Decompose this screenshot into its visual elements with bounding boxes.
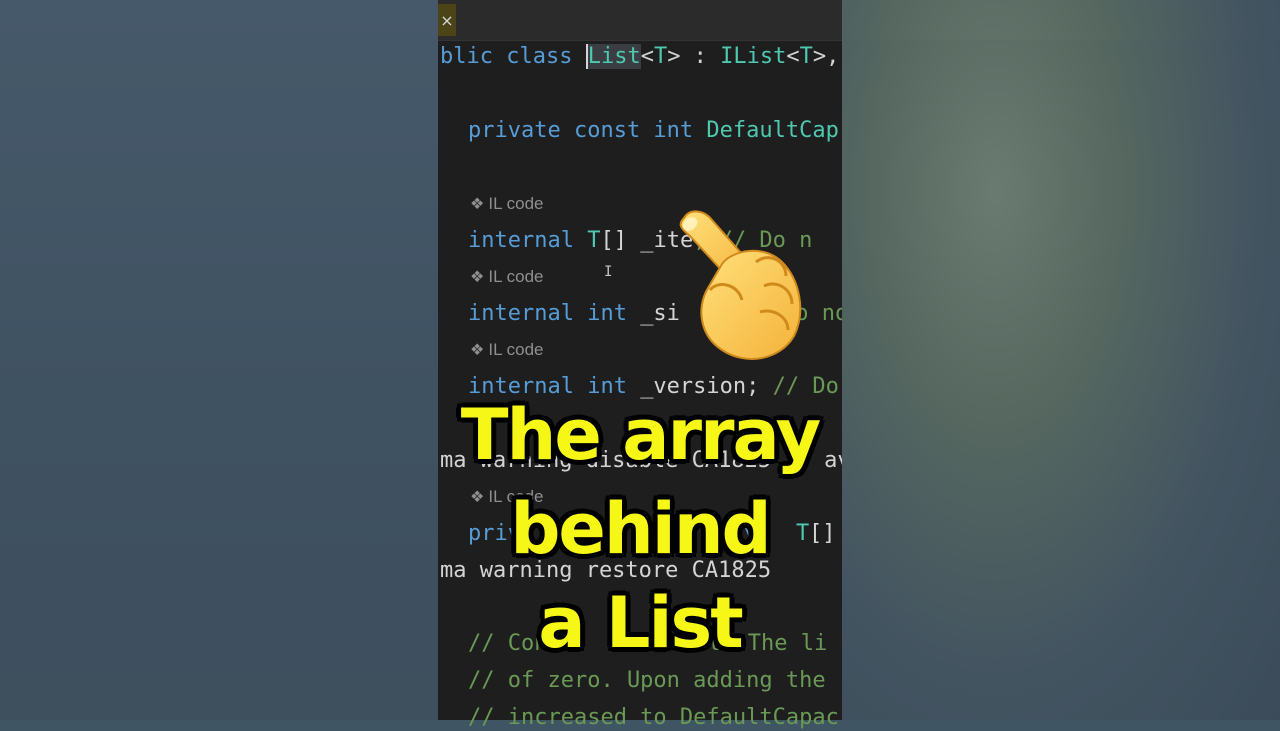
type-token: T [587, 228, 601, 253]
caption-line-1: The array [460, 394, 821, 476]
diamond-icon: ❖ [470, 342, 485, 359]
codelens-label: IL code [488, 267, 544, 286]
codelens-il-code[interactable]: ❖ IL code [470, 194, 543, 214]
codelens-il-code[interactable]: ❖ IL code [470, 267, 543, 287]
identifier-token: DefaultCap [706, 118, 839, 143]
type-param-token: T [653, 44, 668, 69]
keyword-token: private const int [468, 118, 707, 143]
code-line-size-field[interactable]: internal int _si Do no [468, 301, 848, 327]
background-right-cover [842, 40, 1280, 720]
caption-overlay: The array behind a List [438, 388, 842, 670]
punct-token: > : [667, 44, 721, 69]
punct-token: < [640, 44, 654, 69]
comment-token: // of zero. Upon adding the [468, 668, 826, 693]
code-line-default-capacity[interactable]: private const int DefaultCap [468, 118, 839, 144]
comment-token: // increased to DefaultCapac [468, 705, 839, 730]
keyword-token: internal int [468, 301, 641, 326]
code-line-comment-3[interactable]: // increased to DefaultCapac [468, 705, 839, 731]
diamond-icon: ❖ [470, 196, 485, 213]
tab-bar: × [438, 0, 842, 41]
codelens-label: IL code [488, 340, 544, 359]
type-param-token: T [799, 44, 813, 69]
pointing-hand-icon [679, 210, 802, 360]
caption-line-3: a List [538, 582, 743, 664]
keyword-token: internal [468, 228, 588, 253]
codelens-label: IL code [488, 194, 544, 213]
codelens-il-code[interactable]: ❖ IL code [470, 340, 543, 360]
type-token-ilist: IList [720, 44, 787, 69]
background-left-blur [0, 0, 438, 720]
text-cursor-icon: I [604, 264, 613, 280]
punct-token: >, [812, 44, 840, 69]
type-token-list: List [585, 44, 641, 69]
tab-close-button[interactable]: × [438, 4, 458, 36]
caption-line-2: behind [510, 488, 771, 570]
code-line-class-declaration[interactable]: blic class List<T> : IList<T>, [440, 44, 839, 70]
keyword-token: blic class [440, 44, 586, 69]
diamond-icon: ❖ [470, 269, 485, 286]
code-line-comment-2[interactable]: // of zero. Upon adding the [468, 668, 826, 694]
punct-token: < [786, 44, 800, 69]
